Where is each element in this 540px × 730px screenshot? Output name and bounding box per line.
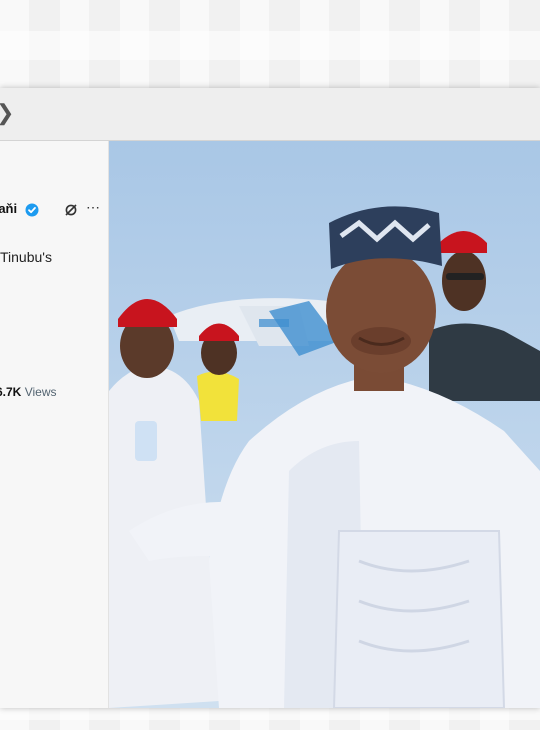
grok-icon[interactable] bbox=[64, 203, 78, 217]
more-icon[interactable]: ⋯ bbox=[86, 199, 101, 216]
photo-illustration bbox=[109, 141, 540, 708]
chevron-left-icon[interactable]: ❯ bbox=[0, 102, 18, 124]
post-photo[interactable] bbox=[109, 141, 540, 708]
views-label: Views bbox=[24, 385, 57, 399]
post-text: Tinubu's bbox=[0, 249, 52, 265]
app-window: ❯ taňi ⋯ Tinubu's 6.7K Views bbox=[0, 88, 540, 708]
views-stat: 6.7K Views bbox=[0, 385, 57, 399]
browser-toolbar: ❯ bbox=[0, 88, 540, 141]
views-count: 6.7K bbox=[0, 385, 22, 399]
verified-badge-icon bbox=[25, 203, 39, 217]
author-name[interactable]: taňi bbox=[0, 201, 17, 216]
author-row: taňi ⋯ bbox=[0, 199, 108, 221]
post-details-panel: taňi ⋯ Tinubu's 6.7K Views bbox=[0, 141, 109, 708]
